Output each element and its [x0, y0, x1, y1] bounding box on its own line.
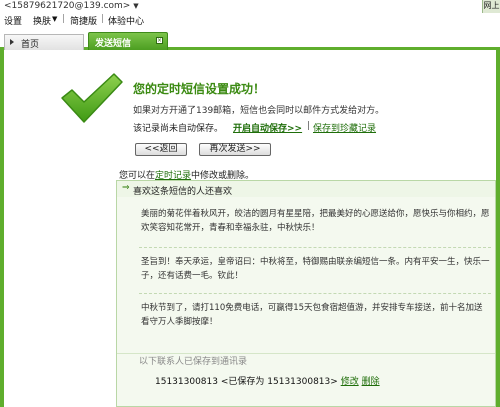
save-to-collection-link[interactable]: 保存到珍藏记录 — [313, 121, 376, 134]
account-selector[interactable]: <15879621720@139.com> ▼ — [4, 1, 139, 11]
success-title: 您的定时短信设置成功！ — [133, 82, 266, 96]
menu-bar: 设置 换肤 ▼ | 简捷版 | 体验中心 — [0, 13, 500, 28]
divider — [139, 293, 491, 294]
panel-title: 喜欢这条短信的人还喜欢 — [133, 187, 233, 197]
auto-save-link[interactable]: 开启自动保存>> — [233, 121, 302, 134]
separator: | — [307, 121, 311, 131]
menu-settings[interactable]: 设置 — [4, 14, 22, 27]
success-description: 如果对方开通了139邮箱，短信也会同时以邮件方式发给对方。 — [133, 106, 385, 116]
menu-skin[interactable]: 换肤 — [33, 14, 51, 27]
tab-home[interactable]: 首页 — [4, 34, 84, 50]
list-item[interactable]: 圣旨到！奉天承运，皇帝诏曰：中秋将至，特御赐由联亲编短信一条。内有平安一生，快乐… — [141, 255, 491, 283]
tab-send-sms[interactable]: 发送短信 × — [88, 32, 168, 50]
top-bar: <15879621720@139.com> ▼ 网上 — [0, 0, 500, 13]
tab-bar: 首页 发送短信 × — [0, 30, 500, 50]
contacts-title: 以下联系人已保存到通讯录 — [139, 357, 248, 367]
list-item[interactable]: 美丽的菊花伴着秋风开，皎洁的圆月有星星陪，把最美好的心愿送给你，愿快乐与你相约，… — [141, 207, 491, 235]
menu-separator: | — [62, 14, 66, 24]
saved-contacts: 以下联系人已保存到通讯录 15131300813 <已保存为 151313008… — [117, 353, 495, 406]
panel-header: ⇒ 喜欢这条短信的人还喜欢 — [117, 181, 495, 197]
delete-contact-link[interactable]: 删除 — [362, 377, 380, 387]
close-icon[interactable]: × — [156, 37, 163, 44]
tab-home-label: 首页 — [21, 40, 40, 50]
menu-simple[interactable]: 简捷版 — [70, 14, 97, 27]
message-list: 美丽的菊花伴着秋风开，皎洁的圆月有星星陪，把最美好的心愿送给你，愿快乐与你相约，… — [117, 197, 495, 360]
arrow-right-icon: ⇒ — [122, 183, 130, 193]
checkmark-icon — [61, 73, 123, 123]
web-tag[interactable]: 网上 — [482, 0, 500, 13]
resend-button[interactable]: 再次发送>> — [199, 143, 271, 156]
contact-saved-as: <已保存为 15131300813> — [220, 377, 338, 387]
divider — [139, 247, 491, 248]
contact-row: 15131300813 <已保存为 15131300813> 修改 删除 — [155, 374, 380, 387]
save-line: 该记录尚未自动保存。 开启自动保存>> | 保存到珍藏记录 — [133, 121, 376, 134]
recommend-panel: ⇒ 喜欢这条短信的人还喜欢 美丽的菊花伴着秋风开，皎洁的圆月有星星陪，把最美好的… — [116, 180, 496, 407]
play-icon — [10, 39, 14, 45]
contact-number: 15131300813 — [155, 377, 218, 387]
chevron-down-icon[interactable]: ▼ — [133, 2, 138, 10]
account-email: <15879621720@139.com> — [4, 1, 131, 11]
tab-send-sms-label: 发送短信 — [95, 39, 132, 49]
unsaved-notice: 该记录尚未自动保存。 — [133, 124, 224, 134]
menu-separator: | — [101, 14, 105, 24]
menu-experience[interactable]: 体验中心 — [108, 14, 144, 27]
edit-contact-link[interactable]: 修改 — [341, 377, 359, 387]
skin-chevron-down-icon[interactable]: ▼ — [52, 15, 57, 23]
list-item[interactable]: 中秋节到了，请打110免费电话，可赢得15天包食宿超值游，并安排专车接送，前十名… — [141, 301, 491, 329]
back-button[interactable]: <<返回 — [135, 143, 187, 156]
